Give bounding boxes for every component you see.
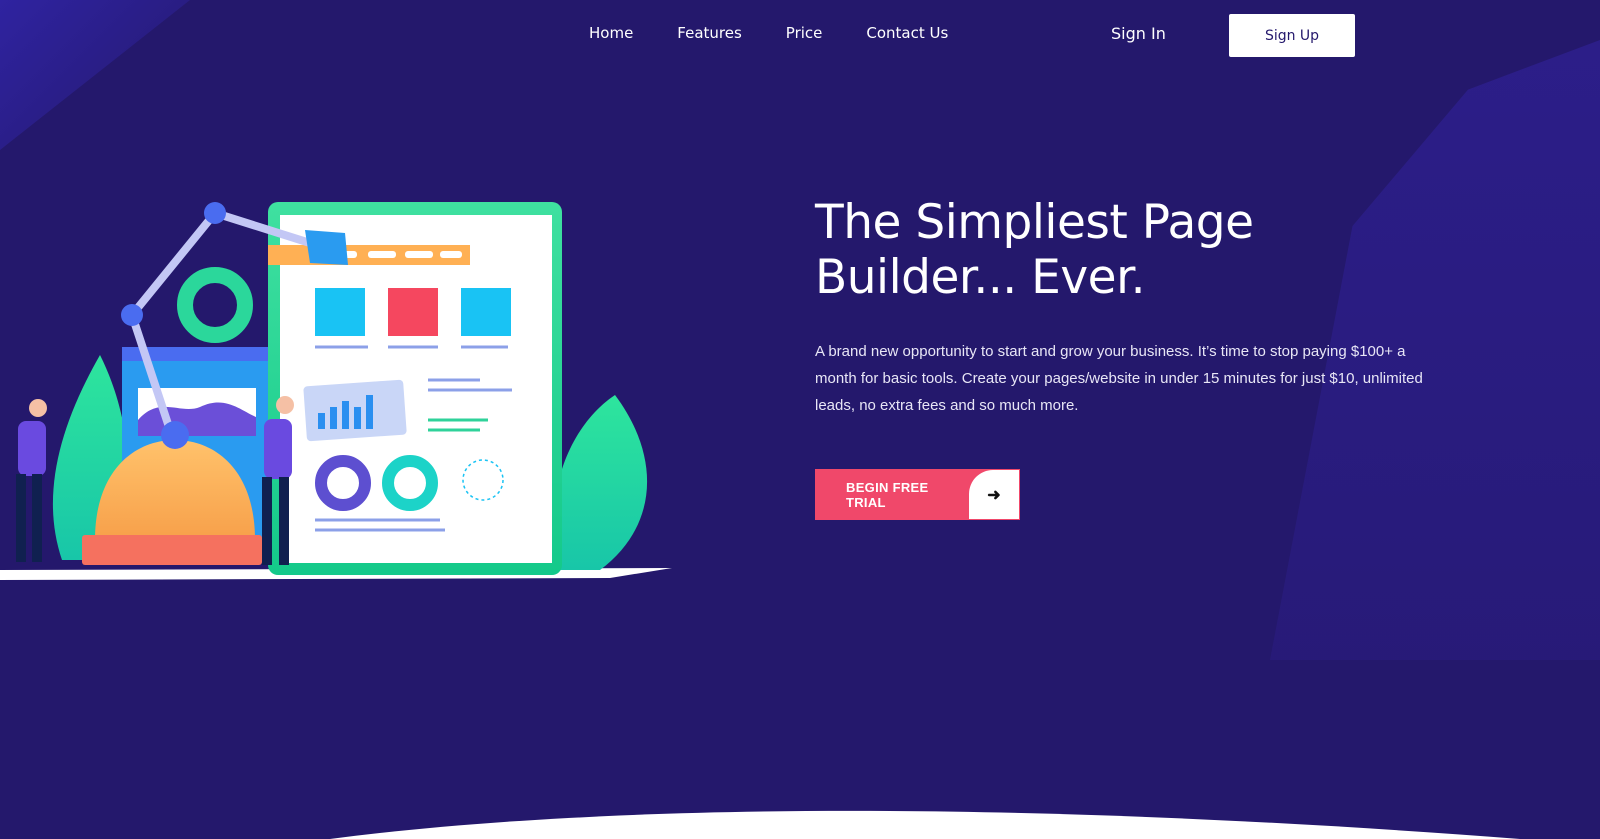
- hero-title: The Simpliest Page Builder... Ever.: [815, 195, 1254, 305]
- robot-grip: [305, 230, 348, 265]
- floating-donut: [177, 267, 253, 343]
- hero-illustration: [0, 202, 672, 580]
- nav-price-link[interactable]: Price: [786, 24, 823, 42]
- sign-in-link[interactable]: Sign In: [1111, 24, 1166, 43]
- tablet-block-1: [315, 288, 365, 336]
- tablet-block-3: [461, 288, 511, 336]
- main-nav: Home Features Price Contact Us: [589, 24, 992, 42]
- tablet-block-2: [388, 288, 438, 336]
- robot-joint-mid: [121, 304, 143, 326]
- nav-contact-link[interactable]: Contact Us: [866, 24, 948, 42]
- sign-up-button[interactable]: Sign Up: [1229, 14, 1355, 57]
- dome-knob: [161, 421, 189, 449]
- nav-features-link[interactable]: Features: [677, 24, 742, 42]
- nav-home-link[interactable]: Home: [589, 24, 633, 42]
- cta-label: BEGIN FREE TRIAL: [846, 479, 929, 510]
- leaf-right: [553, 395, 648, 570]
- person-left: [16, 399, 47, 562]
- background-shape-top-left: [0, 0, 190, 150]
- robot-joint-top: [204, 202, 226, 224]
- dome-pedestal: [82, 535, 262, 565]
- arrow-right-icon: ➜: [969, 470, 1019, 519]
- hero-description: A brand new opportunity to start and gro…: [815, 343, 1423, 414]
- bottom-wave: [330, 810, 1520, 839]
- begin-free-trial-button[interactable]: BEGIN FREE TRIAL ➜: [815, 469, 1020, 520]
